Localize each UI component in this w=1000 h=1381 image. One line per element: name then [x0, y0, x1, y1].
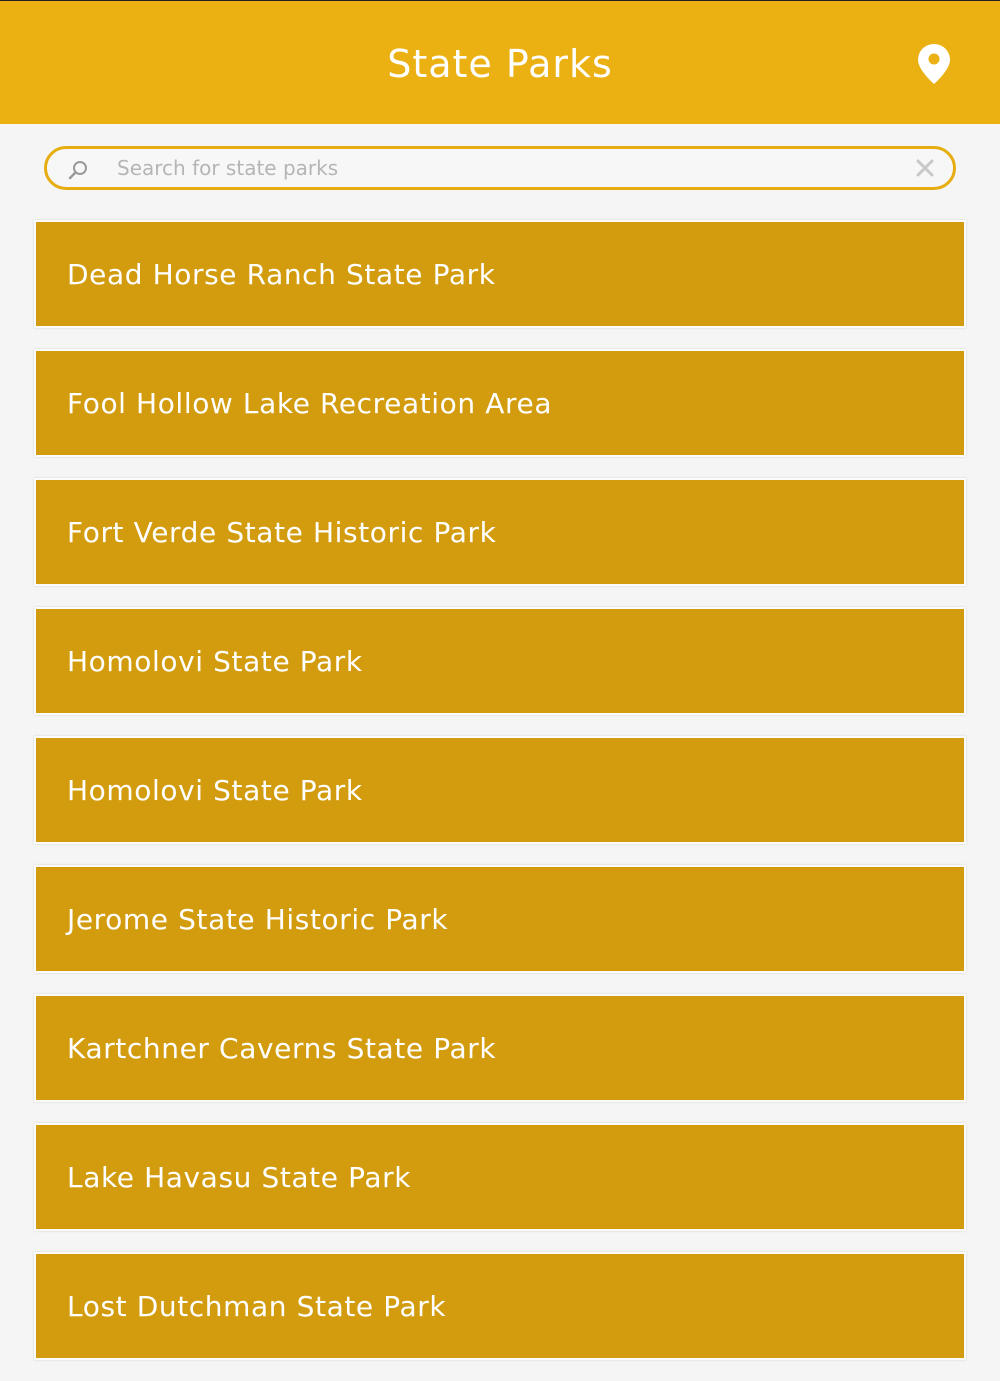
list-item-label: Lake Havasu State Park — [67, 1161, 412, 1194]
list-item[interactable]: Kartchner Caverns State Park — [34, 994, 966, 1102]
close-icon[interactable] — [915, 158, 935, 178]
list-item-label: Homolovi State Park — [67, 774, 363, 807]
list-item-label: Homolovi State Park — [67, 645, 363, 678]
park-list: Dead Horse Ranch State Park Fool Hollow … — [34, 220, 966, 1381]
app-header: State Parks — [0, 0, 1000, 124]
list-item-label: Fort Verde State Historic Park — [67, 516, 497, 549]
list-item[interactable]: Homolovi State Park — [34, 736, 966, 844]
list-item[interactable]: Jerome State Historic Park — [34, 865, 966, 973]
list-item-label: Fool Hollow Lake Recreation Area — [67, 387, 553, 420]
search-bar[interactable] — [44, 146, 956, 190]
list-item-label: Dead Horse Ranch State Park — [67, 258, 496, 291]
list-item[interactable]: Fort Verde State Historic Park — [34, 478, 966, 586]
map-pin-icon[interactable] — [916, 42, 952, 86]
page-title: State Parks — [387, 42, 613, 86]
list-item[interactable]: Lake Havasu State Park — [34, 1123, 966, 1231]
list-item[interactable]: Dead Horse Ranch State Park — [34, 220, 966, 328]
list-item-label: Kartchner Caverns State Park — [67, 1032, 497, 1065]
list-item[interactable]: Fool Hollow Lake Recreation Area — [34, 349, 966, 457]
list-item-label: Jerome State Historic Park — [67, 903, 449, 936]
list-item[interactable]: Lost Dutchman State Park — [34, 1252, 966, 1360]
list-item[interactable]: Homolovi State Park — [34, 607, 966, 715]
search-icon — [68, 161, 87, 180]
list-item-label: Lost Dutchman State Park — [67, 1290, 447, 1323]
search-input[interactable] — [117, 149, 897, 187]
